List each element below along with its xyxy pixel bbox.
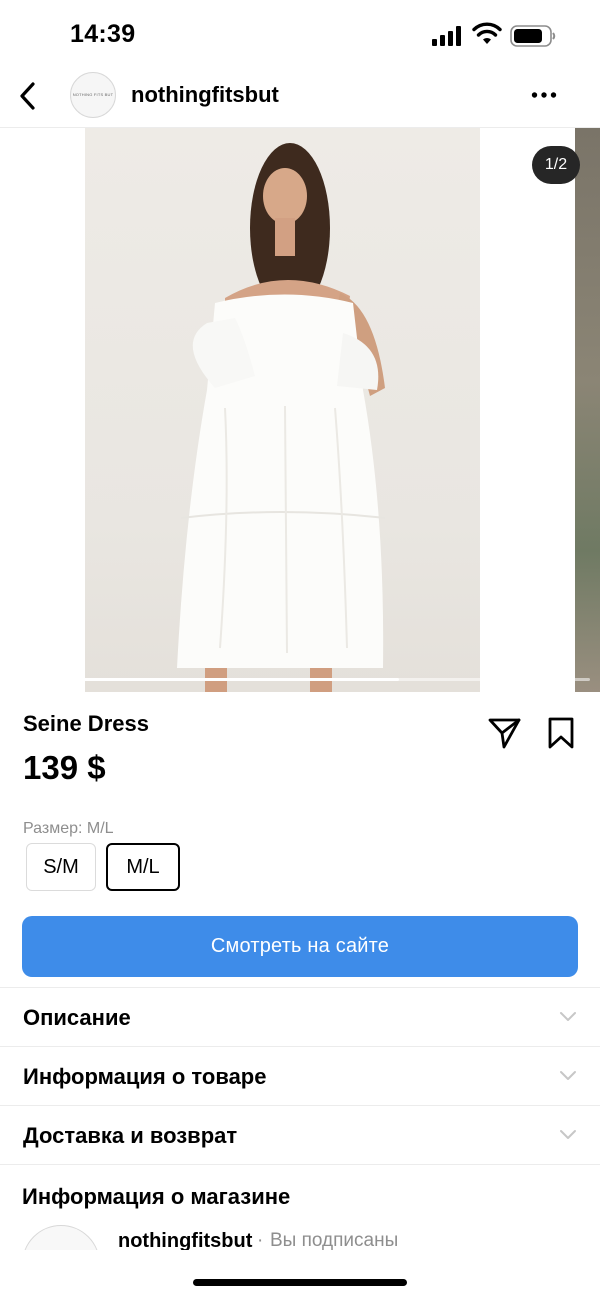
product-photo[interactable] [85, 128, 480, 692]
chevron-down-icon [560, 1071, 576, 1080]
chevron-down-icon [560, 1130, 576, 1139]
accordion-label: Доставка и возврат [23, 1123, 238, 1148]
accordion-label: Информация о товаре [23, 1064, 267, 1089]
product-title: Seine Dress [23, 711, 149, 736]
store-avatar[interactable] [22, 1225, 100, 1250]
carousel-progress-fill [10, 678, 399, 681]
status-time: 14:39 [70, 20, 136, 48]
view-on-website-button[interactable]: Смотреть на сайте [22, 916, 578, 977]
accordion-label: Описание [23, 1005, 131, 1030]
battery-icon [510, 25, 556, 47]
product-image-carousel[interactable]: 1/2 [0, 128, 600, 692]
accordion-description[interactable]: Описание [0, 987, 600, 1046]
accordion-shipping-returns[interactable]: Доставка и возврат [0, 1105, 600, 1164]
store-row[interactable]: nothingfitsbut · Вы подписаны [0, 1222, 600, 1250]
share-icon [488, 718, 521, 749]
size-option-sm[interactable]: S/M [26, 843, 96, 891]
chevron-left-icon [20, 82, 35, 110]
next-photo-preview[interactable] [575, 128, 600, 692]
more-icon [531, 92, 557, 98]
chevron-down-icon [560, 1012, 576, 1021]
avatar-logo-text: NOTHING FITS BUT [72, 92, 114, 97]
product-price: 139 $ [23, 749, 106, 786]
size-option-ml-selected[interactable]: M/L [106, 843, 180, 891]
wifi-icon [472, 22, 502, 44]
share-button[interactable] [486, 714, 524, 752]
image-counter-badge: 1/2 [532, 146, 580, 184]
more-options-button[interactable] [526, 80, 562, 110]
carousel-progress [10, 678, 590, 681]
size-label: Размер: M/L [23, 820, 114, 837]
save-button[interactable] [542, 714, 580, 752]
signal-icon [432, 26, 461, 46]
bookmark-icon [548, 717, 574, 749]
store-separator: · [257, 1230, 264, 1250]
store-name[interactable]: nothingfitsbut [118, 1230, 252, 1250]
status-bar: 14:39 [0, 0, 600, 70]
shop-avatar[interactable]: NOTHING FITS BUT [70, 72, 116, 118]
store-info-heading: Информация о магазине [22, 1184, 291, 1209]
home-indicator [193, 1279, 407, 1286]
model-in-dress-illustration [177, 143, 386, 692]
back-button[interactable] [12, 80, 44, 112]
shop-username[interactable]: nothingfitsbut [131, 82, 279, 108]
follow-status: Вы подписаны [270, 1230, 399, 1250]
divider [0, 1164, 600, 1165]
accordion-product-info[interactable]: Информация о товаре [0, 1046, 600, 1105]
profile-header: NOTHING FITS BUT nothingfitsbut [0, 68, 600, 128]
